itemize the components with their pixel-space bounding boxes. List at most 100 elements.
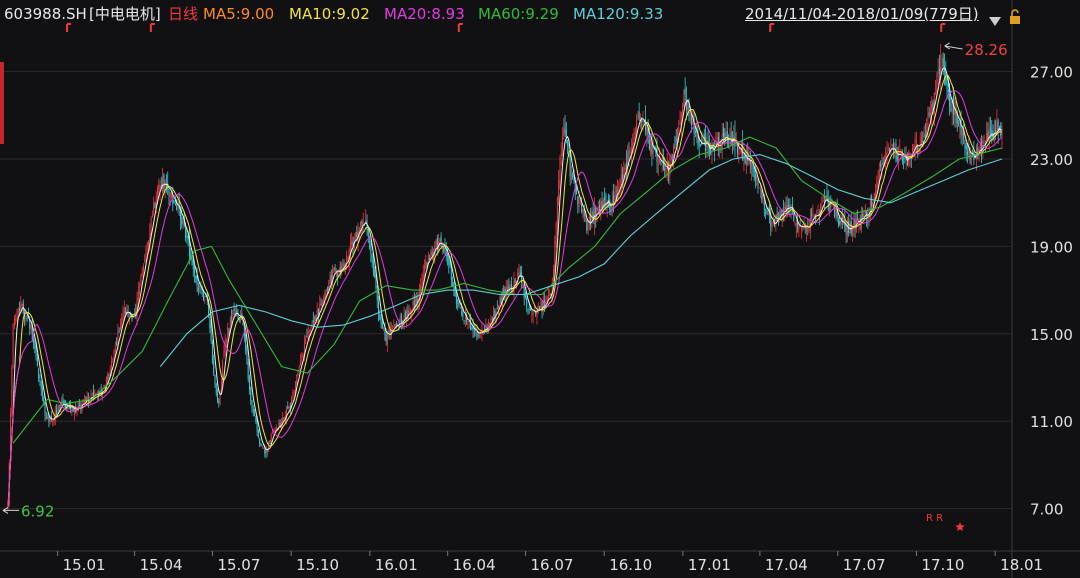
candle-body xyxy=(312,319,314,323)
candle-body xyxy=(821,202,823,204)
candle-body xyxy=(86,396,88,400)
period-label[interactable]: 日线 xyxy=(168,0,198,28)
candle-body xyxy=(185,227,187,238)
candle-body xyxy=(21,303,23,307)
candle-body xyxy=(245,334,247,351)
candle-body xyxy=(256,421,258,432)
candle-body xyxy=(923,134,925,137)
candle-body xyxy=(490,319,492,321)
candle-body xyxy=(156,189,158,195)
candle-body xyxy=(16,317,18,318)
candle-body xyxy=(264,449,266,453)
candle-body xyxy=(614,192,616,200)
candle-body xyxy=(154,202,156,206)
candle-body xyxy=(197,287,199,291)
lock-icon[interactable] xyxy=(1008,6,1022,24)
candle-body xyxy=(683,89,685,107)
candle-body xyxy=(556,197,558,228)
candle-body xyxy=(478,334,480,336)
candle-body xyxy=(586,220,588,231)
candle-body xyxy=(18,308,20,311)
candle-body xyxy=(964,142,966,148)
candle-body xyxy=(13,318,15,327)
scroll-indicator[interactable] xyxy=(0,62,4,144)
candle-body xyxy=(260,443,262,446)
candle-body xyxy=(471,327,473,329)
candle-body xyxy=(342,263,344,267)
candle-body xyxy=(332,269,334,279)
candle-body xyxy=(699,145,701,147)
candle-body xyxy=(779,212,781,217)
date-range[interactable]: 2014/11/04-2018/01/09(779日) xyxy=(745,0,979,28)
candle-body xyxy=(862,213,864,218)
candle-body xyxy=(850,221,852,234)
candle-body xyxy=(62,398,64,403)
candle-body xyxy=(271,432,273,434)
candle-body xyxy=(990,127,992,131)
candle-body xyxy=(447,253,449,257)
candle-body xyxy=(1000,125,1002,136)
kline-chart[interactable]: 27.00 23.00 19.00 15.00 11.00 7.00 15.01 15.04… xyxy=(0,0,1080,578)
candle-body xyxy=(288,406,290,408)
candle-body xyxy=(144,260,146,263)
x-tick-label: 15.07 xyxy=(217,556,260,574)
candle-body xyxy=(983,139,985,144)
candle-body xyxy=(324,293,326,299)
candle-body xyxy=(34,342,36,348)
candle-body xyxy=(123,308,125,318)
candle-body xyxy=(440,235,442,247)
candle-body xyxy=(283,418,285,419)
candle-body xyxy=(204,299,206,301)
candle-body xyxy=(409,311,411,313)
candle-body xyxy=(26,316,28,318)
candle-body xyxy=(412,301,414,309)
candle-body xyxy=(169,193,171,198)
x-tick-label: 16.01 xyxy=(375,556,418,574)
y-tick-label: 27.00 xyxy=(1030,64,1073,82)
candle-body xyxy=(657,164,659,165)
candle-body xyxy=(642,120,644,123)
candle-body xyxy=(159,184,161,190)
candle-body xyxy=(578,198,580,208)
candle-body xyxy=(882,162,884,165)
candle-body xyxy=(570,175,572,181)
candle-body xyxy=(374,270,376,278)
stock-symbol[interactable]: 603988.SH xyxy=(4,0,87,28)
candle-body xyxy=(624,165,626,171)
candle-body xyxy=(330,274,332,283)
candle-body xyxy=(163,175,165,188)
rr-marker-label: R R xyxy=(926,513,943,524)
candle-body xyxy=(517,271,519,279)
candle-body xyxy=(864,209,866,215)
candle-body xyxy=(263,447,265,449)
candle-body xyxy=(482,330,484,331)
candle-body xyxy=(573,179,575,184)
stock-name[interactable]: [中电电机] xyxy=(89,0,161,28)
candle-body xyxy=(725,131,727,138)
candle-body xyxy=(549,294,551,296)
candle-body xyxy=(371,254,373,263)
annotations: 28.26 6.92 R R xyxy=(2,23,1008,531)
candle-body xyxy=(186,234,188,238)
x-tick-label: 16.07 xyxy=(531,556,574,574)
candle-body xyxy=(199,286,201,288)
candle-body xyxy=(392,328,394,330)
candle-body xyxy=(876,182,878,189)
candle-body xyxy=(121,317,123,326)
candle-body xyxy=(871,196,873,207)
triangle-down-icon[interactable] xyxy=(988,8,1002,26)
candle-body xyxy=(12,323,14,368)
candle-body xyxy=(140,277,142,286)
candle-body xyxy=(194,266,196,274)
candle-body xyxy=(716,136,718,139)
star-icon[interactable] xyxy=(955,522,965,531)
candle-body xyxy=(380,318,382,324)
candle-body xyxy=(225,339,227,342)
candle-body xyxy=(986,133,988,142)
candle-body xyxy=(628,150,630,154)
candle-body xyxy=(941,62,943,64)
candle-body xyxy=(572,173,574,178)
candle-body xyxy=(692,122,694,124)
candle-body xyxy=(582,209,584,211)
candle-body xyxy=(674,141,676,143)
